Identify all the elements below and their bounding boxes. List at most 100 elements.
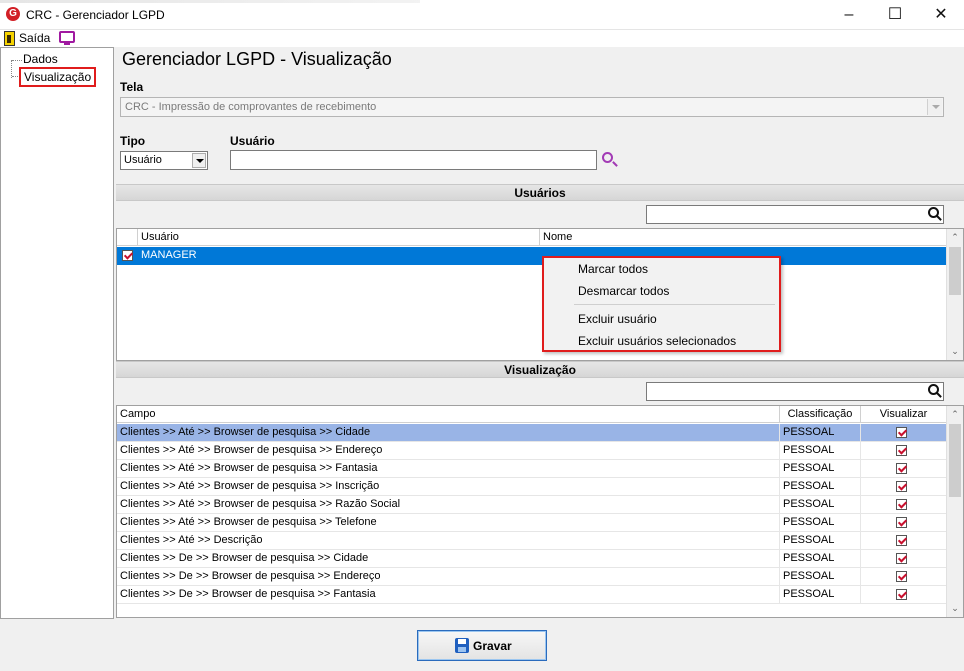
users-scrollbar[interactable]: ⌃ ⌄ [946, 229, 963, 360]
table-row[interactable]: Clientes >> Até >> Browser de pesquisa >… [117, 478, 946, 496]
visualizar-checkbox[interactable] [896, 463, 907, 474]
tela-combobox[interactable]: CRC - Impressão de comprovantes de receb… [120, 97, 944, 117]
visualizar-cell [861, 550, 946, 568]
view-grid: Campo Classificação Visualizar Clientes … [116, 405, 964, 618]
maximize-icon[interactable]: ☐ [872, 0, 918, 30]
visualizar-checkbox[interactable] [896, 499, 907, 510]
visualizar-checkbox[interactable] [896, 535, 907, 546]
menu-item-excluir-selecionados[interactable]: Excluir usuários selecionados [578, 334, 736, 348]
exit-door-icon[interactable] [4, 31, 15, 46]
usuario-input[interactable] [230, 150, 597, 170]
campo-cell: Clientes >> De >> Browser de pesquisa >>… [117, 586, 780, 604]
campo-cell: Clientes >> De >> Browser de pesquisa >>… [117, 568, 780, 586]
tree-connector [12, 60, 22, 61]
page-title: Gerenciador LGPD - Visualização [122, 49, 392, 69]
visualizar-checkbox[interactable] [896, 517, 907, 528]
tela-value: CRC - Impressão de comprovantes de receb… [125, 101, 377, 113]
view-header-classificacao[interactable]: Classificação [780, 406, 861, 423]
title-bar: G CRC - Gerenciador LGPD – ☐ ✕ [0, 0, 964, 30]
minimize-icon[interactable]: – [826, 0, 872, 30]
users-grid: Usuário Nome MANAGER ⌃ ⌄ [116, 228, 964, 361]
menu-item-desmarcar-todos[interactable]: Desmarcar todos [578, 284, 669, 298]
classificacao-cell: PESSOAL [780, 496, 861, 514]
scroll-thumb[interactable] [949, 424, 961, 497]
visualizar-cell [861, 496, 946, 514]
view-header-campo[interactable]: Campo [117, 406, 780, 423]
user-cell: MANAGER [138, 247, 540, 265]
table-row[interactable]: Clientes >> Até >> Browser de pesquisa >… [117, 442, 946, 460]
users-header-check [117, 229, 138, 246]
scroll-up-icon[interactable]: ⌃ [947, 229, 963, 246]
classificacao-cell: PESSOAL [780, 460, 861, 478]
classificacao-cell: PESSOAL [780, 532, 861, 550]
chevron-down-icon [927, 99, 942, 115]
tela-label: Tela [120, 80, 144, 94]
tipo-select[interactable]: Usuário [120, 151, 208, 170]
table-row[interactable]: Clientes >> Até >> Browser de pesquisa >… [117, 424, 946, 442]
classificacao-cell: PESSOAL [780, 514, 861, 532]
visualizar-checkbox[interactable] [896, 571, 907, 582]
table-row[interactable]: Clientes >> Até >> Browser de pesquisa >… [117, 514, 946, 532]
search-icon[interactable] [928, 384, 940, 396]
context-menu: Marcar todos Desmarcar todos Excluir usu… [542, 256, 781, 352]
visualizar-cell [861, 460, 946, 478]
scroll-down-icon[interactable]: ⌄ [947, 343, 963, 360]
visualizar-checkbox[interactable] [896, 553, 907, 564]
row-checkbox[interactable] [122, 250, 133, 261]
classificacao-cell: PESSOAL [780, 550, 861, 568]
view-filter-input[interactable] [646, 382, 944, 401]
menu-item-excluir-usuario[interactable]: Excluir usuário [578, 312, 657, 326]
campo-cell: Clientes >> De >> Browser de pesquisa >>… [117, 550, 780, 568]
campo-cell: Clientes >> Até >> Browser de pesquisa >… [117, 496, 780, 514]
campo-cell: Clientes >> Até >> Browser de pesquisa >… [117, 478, 780, 496]
users-header-usuario[interactable]: Usuário [138, 229, 540, 246]
background-taskbar-strip [0, 0, 420, 3]
chevron-down-icon [192, 153, 206, 168]
search-icon[interactable] [602, 152, 613, 163]
table-row[interactable]: Clientes >> De >> Browser de pesquisa >>… [117, 586, 946, 604]
save-button-label: Gravar [473, 639, 512, 653]
menu-bar [0, 30, 964, 47]
visualizar-checkbox[interactable] [896, 589, 907, 600]
scroll-up-icon[interactable]: ⌃ [947, 406, 963, 423]
visualizar-checkbox[interactable] [896, 445, 907, 456]
view-section-header: Visualização [116, 361, 964, 378]
visualizar-checkbox[interactable] [896, 481, 907, 492]
tree-item-visualizacao[interactable]: Visualização [19, 67, 97, 87]
search-icon[interactable] [928, 207, 940, 219]
monitor-icon[interactable] [59, 31, 75, 45]
users-filter-input[interactable] [646, 205, 944, 224]
table-row[interactable]: Clientes >> Até >> Browser de pesquisa >… [117, 496, 946, 514]
scroll-thumb[interactable] [949, 247, 961, 295]
campo-cell: Clientes >> Até >> Browser de pesquisa >… [117, 442, 780, 460]
classificacao-cell: PESSOAL [780, 586, 861, 604]
visualizar-cell [861, 514, 946, 532]
visualizar-cell [861, 532, 946, 550]
campo-cell: Clientes >> Até >> Browser de pesquisa >… [117, 460, 780, 478]
view-header-visualizar[interactable]: Visualizar [861, 406, 946, 423]
table-row[interactable]: Clientes >> De >> Browser de pesquisa >>… [117, 568, 946, 586]
tipo-value: Usuário [124, 154, 162, 166]
close-icon[interactable]: ✕ [918, 0, 964, 30]
table-row[interactable]: MANAGER [117, 247, 946, 265]
classificacao-cell: PESSOAL [780, 478, 861, 496]
visualizar-checkbox[interactable] [896, 427, 907, 438]
exit-menu-item[interactable]: Saída [19, 31, 50, 45]
visualizar-cell [861, 478, 946, 496]
tree-item-dados[interactable]: Dados [23, 52, 58, 66]
save-button[interactable]: Gravar [417, 630, 547, 661]
classificacao-cell: PESSOAL [780, 424, 861, 442]
campo-cell: Clientes >> Até >> Browser de pesquisa >… [117, 514, 780, 532]
table-row[interactable]: Clientes >> Até >> Descrição PESSOAL [117, 532, 946, 550]
table-row[interactable]: Clientes >> Até >> Browser de pesquisa >… [117, 460, 946, 478]
classificacao-cell: PESSOAL [780, 442, 861, 460]
menu-item-marcar-todos[interactable]: Marcar todos [578, 262, 648, 276]
visualizar-cell [861, 442, 946, 460]
view-scrollbar[interactable]: ⌃ ⌄ [946, 406, 963, 617]
scroll-down-icon[interactable]: ⌄ [947, 600, 963, 617]
table-row[interactable]: Clientes >> De >> Browser de pesquisa >>… [117, 550, 946, 568]
users-header-nome[interactable]: Nome [540, 229, 946, 246]
campo-cell: Clientes >> Até >> Browser de pesquisa >… [117, 424, 780, 442]
campo-cell: Clientes >> Até >> Descrição [117, 532, 780, 550]
navigation-tree: Dados Visualização [0, 47, 114, 619]
